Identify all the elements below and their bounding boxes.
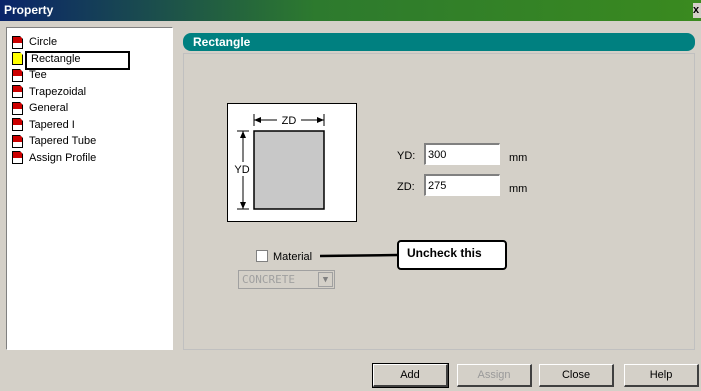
callout-pointer — [320, 253, 399, 258]
assign-button[interactable]: Assign — [457, 364, 532, 387]
material-select-value: CONCRETE — [242, 273, 295, 286]
selection-highlight-box — [25, 51, 130, 70]
add-button[interactable]: Add — [372, 363, 449, 388]
zd-unit: mm — [509, 183, 528, 195]
material-checkbox[interactable] — [256, 250, 268, 262]
tree-item-general[interactable]: General — [12, 100, 68, 116]
tree-item-trapezoidal[interactable]: Trapezoidal — [12, 84, 86, 100]
tree-item-label: General — [29, 102, 69, 114]
tree-item-tapered-i[interactable]: Tapered I — [12, 117, 75, 133]
window-title: Property — [4, 3, 54, 17]
tree-item-circle[interactable]: Circle — [12, 34, 57, 50]
tree-item-label: Tapered I — [29, 118, 75, 131]
tree-item-label: Trapezoidal — [29, 85, 87, 98]
callout-box: Uncheck this — [397, 240, 507, 270]
document-icon — [12, 34, 24, 49]
document-icon — [12, 133, 24, 148]
document-icon — [12, 84, 24, 98]
document-icon — [12, 117, 24, 131]
document-icon — [12, 51, 24, 65]
material-select[interactable]: CONCRETE ▼ — [238, 270, 335, 289]
material-label: Material — [273, 251, 313, 263]
diagram-svg: ZD YD — [232, 114, 325, 210]
document-icon — [12, 100, 24, 115]
tree-item-label: Tee — [29, 69, 47, 81]
document-icon — [12, 67, 24, 82]
tree-item-label: Assign Profile — [29, 151, 97, 164]
rectangle-diagram: ZD YD — [227, 103, 357, 222]
close-button[interactable]: Close — [539, 364, 614, 387]
chevron-down-icon[interactable]: ▼ — [318, 272, 333, 287]
zd-label: ZD — [282, 115, 297, 127]
section-rect — [253, 130, 325, 210]
help-button[interactable]: Help — [624, 364, 699, 387]
zd-input[interactable] — [424, 174, 500, 196]
zd-left-arrow — [254, 117, 261, 123]
document-icon — [12, 150, 24, 164]
yd-field-label: YD: — [397, 150, 416, 162]
zd-field-label: ZD: — [397, 181, 415, 193]
panel-title: Rectangle — [183, 33, 695, 51]
yd-bottom-arrow — [240, 202, 246, 209]
yd-label: YD — [234, 164, 249, 176]
yd-top-arrow — [240, 131, 246, 138]
tree-item-label: Circle — [29, 36, 58, 48]
yd-unit: mm — [509, 152, 528, 164]
callout-text: Uncheck this — [407, 246, 482, 260]
title-bar: Property x — [0, 0, 701, 21]
tree-item-assign-profile[interactable]: Assign Profile — [12, 150, 96, 166]
yd-input[interactable] — [424, 143, 500, 165]
zd-right-arrow — [317, 117, 324, 123]
close-icon[interactable]: x — [693, 3, 701, 18]
tree-item-label: Tapered Tube — [29, 135, 97, 147]
tree-item-tapered-tube[interactable]: Tapered Tube — [12, 133, 96, 149]
